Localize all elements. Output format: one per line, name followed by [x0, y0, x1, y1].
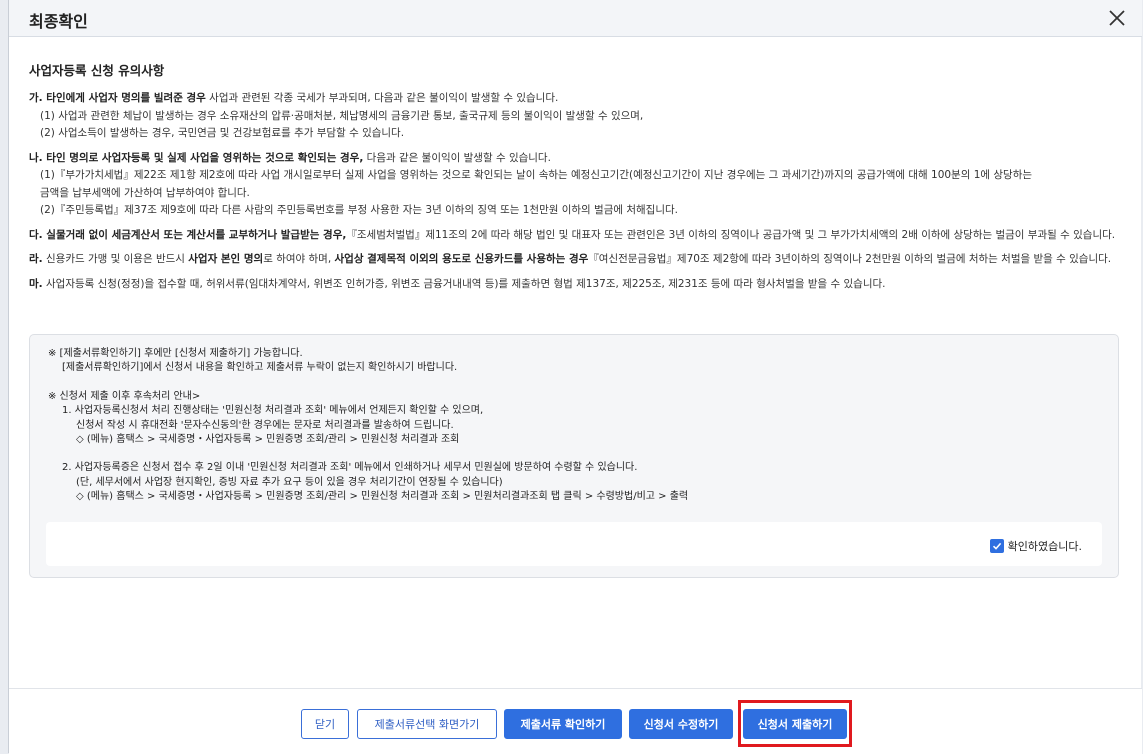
edit-application-button[interactable]: 신청서 수정하기	[629, 709, 733, 739]
confirm-label[interactable]: 확인하였습니다.	[1008, 538, 1082, 554]
confirm-checkbox-row[interactable]: 확인하였습니다.	[989, 538, 1082, 554]
modal-footer: 닫기 제출서류선택 화면가기 제출서류 확인하기 신청서 수정하기 신청서 제출…	[9, 688, 1142, 754]
notice-text: ※ [제출서류확인하기] 후에만 [신청서 제출하기] 가능합니다. [제출서류…	[48, 347, 1098, 505]
confirm-checkbox[interactable]	[989, 539, 1004, 553]
item-ma-prefix: 마.	[29, 277, 43, 290]
final-confirm-modal: 최종확인 사업자등록 신청 유의사항 가. 타인에게 사업자 명의를 빌려준 경…	[8, 0, 1142, 754]
background-fragment	[0, 694, 3, 705]
modal-title: 최종확인	[29, 12, 88, 31]
notice-item1b: 신청서 작성 시 휴대전화 '문자수신동의'한 경우에는 문자로 처리결과를 발…	[76, 419, 454, 431]
check-docs-button[interactable]: 제출서류 확인하기	[504, 709, 622, 739]
notice-line2: [제출서류확인하기]에서 신청서 내용을 확인하고 제출서류 누락이 없는지 확…	[62, 362, 458, 374]
checkmark-icon	[992, 542, 1001, 550]
section-title: 사업자등록 신청 유의사항	[29, 63, 165, 78]
notice-line3: ※ 신청서 제출 이후 후속처리 안내>	[48, 390, 201, 402]
confirm-box: 확인하였습니다.	[46, 522, 1102, 566]
item-ga-text: 사업과 관련된 각종 국세가 부과되며, 다음과 같은 불이익이 발생할 수 있…	[205, 92, 559, 104]
item-ra-prefix: 라.	[29, 253, 43, 265]
submit-highlight-box	[738, 700, 852, 747]
item-na-text: 다음과 같은 불이익이 발생할 수 있습니다.	[363, 151, 551, 164]
notice-item2b: (단, 세무서에서 사업장 현지확인, 증빙 자료 추가 요구 등이 있을 경우…	[76, 476, 503, 488]
submission-notice-box: ※ [제출서류확인하기] 후에만 [신청서 제출하기] 가능합니다. [제출서류…	[29, 334, 1119, 578]
notice-line1: ※ [제출서류확인하기] 후에만 [신청서 제출하기] 가능합니다.	[48, 348, 303, 359]
item-ga-bold: 가. 타인에게 사업자 명의를 빌려준 경우	[29, 92, 206, 104]
item-na-sub2: (2)『주민등록법』제37조 제9호에 따라 다른 사람의 주민등록번호를 부정…	[40, 204, 678, 216]
item-ra-text1: 신용카드 가맹 및 이용은 반드시	[42, 253, 189, 265]
item-ra-text2: 로 하여야 하며,	[263, 253, 335, 265]
item-ga-sub1: (1) 사업과 관련한 체납이 발생하는 경우 소유재산의 압류·공매처분, 체…	[40, 109, 644, 122]
item-na: 나. 타인 명의로 사업자등록 및 실제 사업을 영위하는 것으로 확인되는 경…	[29, 150, 1119, 220]
notice-item2a: 2. 사업자등록증은 신청서 접수 후 2일 이내 '민원신청 처리결과 조회'…	[62, 462, 638, 474]
item-da-bold: 다. 실물거래 없이 세금계산서 또는 계산서를 교부하거나 발급받는 경우,	[29, 228, 347, 241]
item-ra-bold1: 사업자 본인 명의	[188, 253, 264, 265]
item-na-bold: 나. 타인 명의로 사업자등록 및 실제 사업을 영위하는 것으로 확인되는 경…	[29, 151, 364, 164]
item-na-sub1b: 금액을 납부세액에 가산하여 납부하여야 합니다.	[40, 186, 250, 199]
notice-content: 사업자등록 신청 유의사항 가. 타인에게 사업자 명의를 빌려준 경우 사업과…	[29, 60, 1119, 300]
item-na-sub1a: (1)『부가가치세법』제22조 제1항 제2호에 따라 사업 개시일로부터 실제…	[40, 169, 1033, 181]
item-ra: 라. 신용카드 가맹 및 이용은 반드시 사업자 본인 명의로 하여야 하며, …	[29, 251, 1119, 269]
notice-item2c: ◇ (메뉴) 홈택스 > 국세증명・사업자등록 > 민원증명 조회/관리 > 민…	[76, 491, 689, 503]
notice-item1c: ◇ (메뉴) 홈택스 > 국세증명・사업자등록 > 민원증명 조회/관리 > 민…	[76, 434, 460, 446]
close-button[interactable]: 닫기	[301, 709, 349, 739]
item-da-text: 『조세범처벌법』제11조의 2에 따라 해당 법인 및 대표자 또는 관련인은 …	[346, 228, 1116, 241]
item-ga-sub2: (2) 사업소득이 발생하는 경우, 국민연금 및 건강보험료를 추가 부담할 …	[40, 127, 405, 139]
modal-header: 최종확인	[9, 0, 1142, 37]
close-icon[interactable]	[1106, 7, 1128, 29]
item-ra-bold2: 사업상 결제목적 이외의 용도로 신용카드를 사용하는 경우	[334, 253, 589, 265]
item-ga: 가. 타인에게 사업자 명의를 빌려준 경우 사업과 관련된 각종 국세가 부과…	[29, 90, 1119, 143]
notice-item1a: 1. 사업자등록신청서 처리 진행상태는 '민원신청 처리결과 조회' 메뉴에서…	[62, 405, 484, 417]
item-ma: 마. 사업자등록 신청(정정)을 접수할 때, 허위서류(임대차계약서, 위변조…	[29, 276, 1119, 294]
select-docs-screen-button[interactable]: 제출서류선택 화면가기	[357, 709, 497, 739]
item-da: 다. 실물거래 없이 세금계산서 또는 계산서를 교부하거나 발급받는 경우,『…	[29, 227, 1119, 245]
item-ra-text3: 『여신전문금융법』제70조 제2항에 따라 3년이하의 징역이나 2천만원 이하…	[588, 253, 1112, 265]
item-ma-text: 사업자등록 신청(정정)을 접수할 때, 허위서류(임대차계약서, 위변조 인허…	[42, 277, 886, 290]
